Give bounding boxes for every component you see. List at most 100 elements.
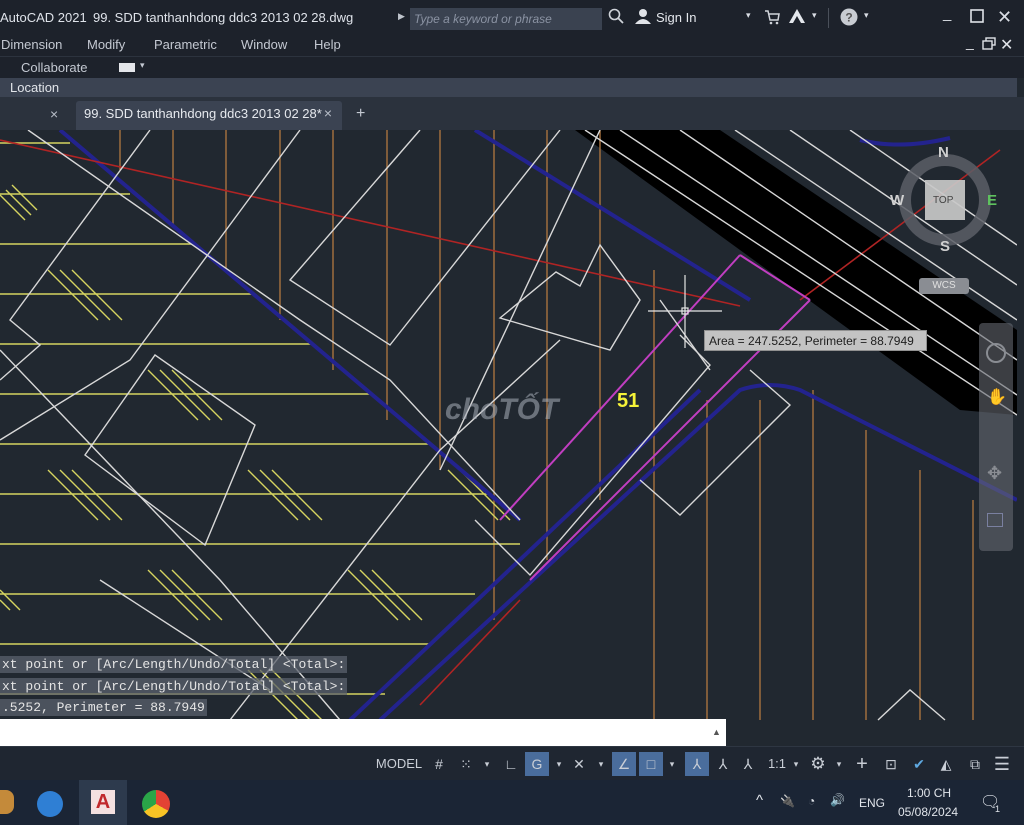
maximize-icon[interactable] — [970, 9, 984, 27]
new-tab-button[interactable]: + — [356, 105, 365, 123]
steering-wheel-icon[interactable] — [986, 343, 1006, 363]
tab-active-drawing[interactable]: 99. SDD tanthanhdong ddc3 2013 02 28* × — [76, 101, 342, 130]
sign-in-dropdown-icon[interactable]: ▾ — [746, 10, 751, 21]
tab-previous-drawing[interactable]: × — [0, 101, 72, 130]
power-icon[interactable]: 🔌 — [780, 794, 795, 808]
help-icon[interactable]: ? — [840, 8, 858, 30]
watermark-text: choTỐT — [445, 393, 559, 426]
menu-dimension[interactable]: Dimension — [1, 37, 62, 52]
location-label: Location — [10, 80, 60, 95]
scale-dropdown-icon[interactable]: ▾ — [790, 752, 802, 776]
command-history-line: .5252, Perimeter = 88.7949 — [0, 699, 207, 716]
showmotion-icon[interactable] — [987, 513, 1003, 527]
doc-close-icon[interactable]: ✕ — [1000, 35, 1013, 55]
workspace-gear-icon[interactable]: ⚙ — [806, 752, 830, 776]
osnap-icon[interactable]: □ — [639, 752, 663, 776]
notification-count: 1 — [995, 804, 1001, 814]
autodesk-a360-icon[interactable] — [788, 8, 806, 28]
clock-time[interactable]: 1:00 CH — [907, 786, 951, 800]
divider — [828, 8, 829, 28]
document-tab-bar: × 99. SDD tanthanhdong ddc3 2013 02 28* … — [0, 97, 1024, 130]
ribbon-tab-collaborate[interactable]: Collaborate — [21, 60, 88, 75]
auto-scale-icon[interactable]: ⅄ — [712, 752, 734, 776]
file-name: 99. SDD tanthanhdong ddc3 2013 02 28.dwg — [93, 10, 354, 25]
ribbon-dropdown-icon[interactable]: ▾ — [140, 60, 145, 71]
a360-dropdown-icon[interactable]: ▾ — [812, 10, 817, 21]
status-bar: MODEL # ⁙ ▾ ∟ G ▾ ✕ ▾ ∠ □ ▾ ⅄ ⅄ ⅄ 1:1 ▾ … — [0, 746, 1024, 780]
compass-west[interactable]: W — [890, 192, 904, 209]
search-icon[interactable] — [608, 8, 624, 28]
ortho-icon[interactable]: ∟ — [500, 752, 522, 776]
clean-screen-icon[interactable]: ⧉ — [963, 752, 987, 776]
orbit-icon[interactable]: ✥ — [987, 463, 1002, 484]
area-tooltip: Area = 247.5252, Perimeter = 88.7949 — [704, 330, 927, 351]
language-indicator[interactable]: ENG — [859, 796, 885, 810]
menu-modify[interactable]: Modify — [87, 37, 125, 52]
yellow-lines — [0, 142, 520, 695]
volume-icon[interactable]: 🔊 — [830, 793, 845, 807]
quick-properties-icon[interactable]: ✔ — [907, 752, 931, 776]
isolate-objects-icon[interactable]: ◭ — [934, 752, 958, 776]
clock-date[interactable]: 05/08/2024 — [898, 805, 958, 819]
title-bar: AutoCAD 2021 99. SDD tanthanhdong ddc3 2… — [0, 0, 1024, 36]
compass-east[interactable]: E — [987, 192, 997, 209]
viewcube-top-label[interactable]: TOP — [933, 195, 953, 206]
snap-icon[interactable]: ⁙ — [454, 752, 478, 776]
ucs-menu[interactable]: WCS — [919, 278, 969, 294]
annotation-scale-icon[interactable]: ⅄ — [737, 752, 759, 776]
menu-window[interactable]: Window — [241, 37, 287, 52]
doc-minimize-icon[interactable]: _ — [966, 34, 974, 50]
pan-icon[interactable]: ✋ — [987, 387, 1007, 407]
osnap-tracking-icon[interactable]: ∠ — [612, 752, 636, 776]
menu-parametric[interactable]: Parametric — [154, 37, 217, 52]
search-expand-icon[interactable]: ▶ — [398, 11, 405, 22]
compass-south[interactable]: S — [940, 238, 950, 255]
autocad-taskbar-button[interactable]: A — [79, 780, 127, 825]
doc-restore-icon[interactable] — [982, 37, 996, 53]
show-hidden-icons[interactable]: ^ — [756, 792, 763, 809]
annotation-monitor-icon[interactable]: + — [850, 752, 874, 776]
user-icon[interactable] — [634, 8, 652, 28]
ribbon-display-toggle-icon[interactable] — [119, 63, 135, 72]
svg-text:?: ? — [845, 11, 852, 25]
command-history-toggle-icon[interactable]: ▲ — [712, 727, 721, 737]
workspace-dropdown-icon[interactable]: ▾ — [832, 752, 846, 776]
app-name: AutoCAD 2021 — [0, 10, 87, 25]
isodraft-icon[interactable]: ✕ — [568, 752, 590, 776]
menu-help[interactable]: Help — [314, 37, 341, 52]
tab-close-icon[interactable]: × — [324, 105, 332, 121]
snap-dropdown-icon[interactable]: ▾ — [480, 752, 494, 776]
units-icon[interactable]: ⊡ — [879, 752, 903, 776]
remote-desktop-icon[interactable] — [37, 791, 63, 817]
compass-north[interactable]: N — [938, 144, 949, 161]
tab-label: 99. SDD tanthanhdong ddc3 2013 02 28* — [84, 106, 322, 121]
app-icon[interactable] — [0, 790, 14, 814]
menu-bar: Dimension Modify Parametric Window Help … — [0, 34, 1024, 56]
wifi-icon[interactable]: ◔ — [808, 794, 815, 808]
command-line-input[interactable] — [0, 719, 726, 746]
polar-dropdown-icon[interactable]: ▾ — [552, 752, 566, 776]
polar-tracking-icon[interactable]: G — [525, 752, 549, 776]
drawing-canvas[interactable]: choTỐT 51 Area = 247.5252, Perimeter = 8… — [0, 130, 1017, 722]
grid-icon[interactable]: # — [428, 752, 450, 776]
help-dropdown-icon[interactable]: ▾ — [864, 10, 869, 21]
viewcube[interactable]: N S E W TOP WCS — [890, 144, 997, 294]
customization-menu-icon[interactable]: ☰ — [990, 752, 1014, 776]
ribbon-tabs: Collaborate ▾ — [0, 56, 1024, 78]
navigation-bar: ✋ ✥ — [979, 323, 1013, 551]
osnap-dropdown-icon[interactable]: ▾ — [665, 752, 679, 776]
model-space-button[interactable]: MODEL — [374, 752, 424, 776]
parcel-number-label: 51 — [617, 390, 640, 412]
search-input[interactable]: Type a keyword or phrase — [410, 8, 602, 30]
annotation-visibility-icon[interactable]: ⅄ — [685, 752, 709, 776]
chrome-icon[interactable] — [142, 790, 170, 818]
location-bar: Location — [0, 78, 1017, 97]
sign-in-button[interactable]: Sign In — [656, 10, 696, 25]
command-history-line: xt point or [Arc/Length/Undo/Total] <Tot… — [0, 678, 348, 695]
minimize-icon[interactable]: _ — [943, 5, 951, 22]
close-icon[interactable]: ✕ — [997, 7, 1012, 28]
cart-icon[interactable] — [764, 9, 780, 29]
isodraft-dropdown-icon[interactable]: ▾ — [594, 752, 608, 776]
annotation-scale-value[interactable]: 1:1 — [764, 752, 790, 776]
tab-close-icon[interactable]: × — [50, 106, 58, 122]
